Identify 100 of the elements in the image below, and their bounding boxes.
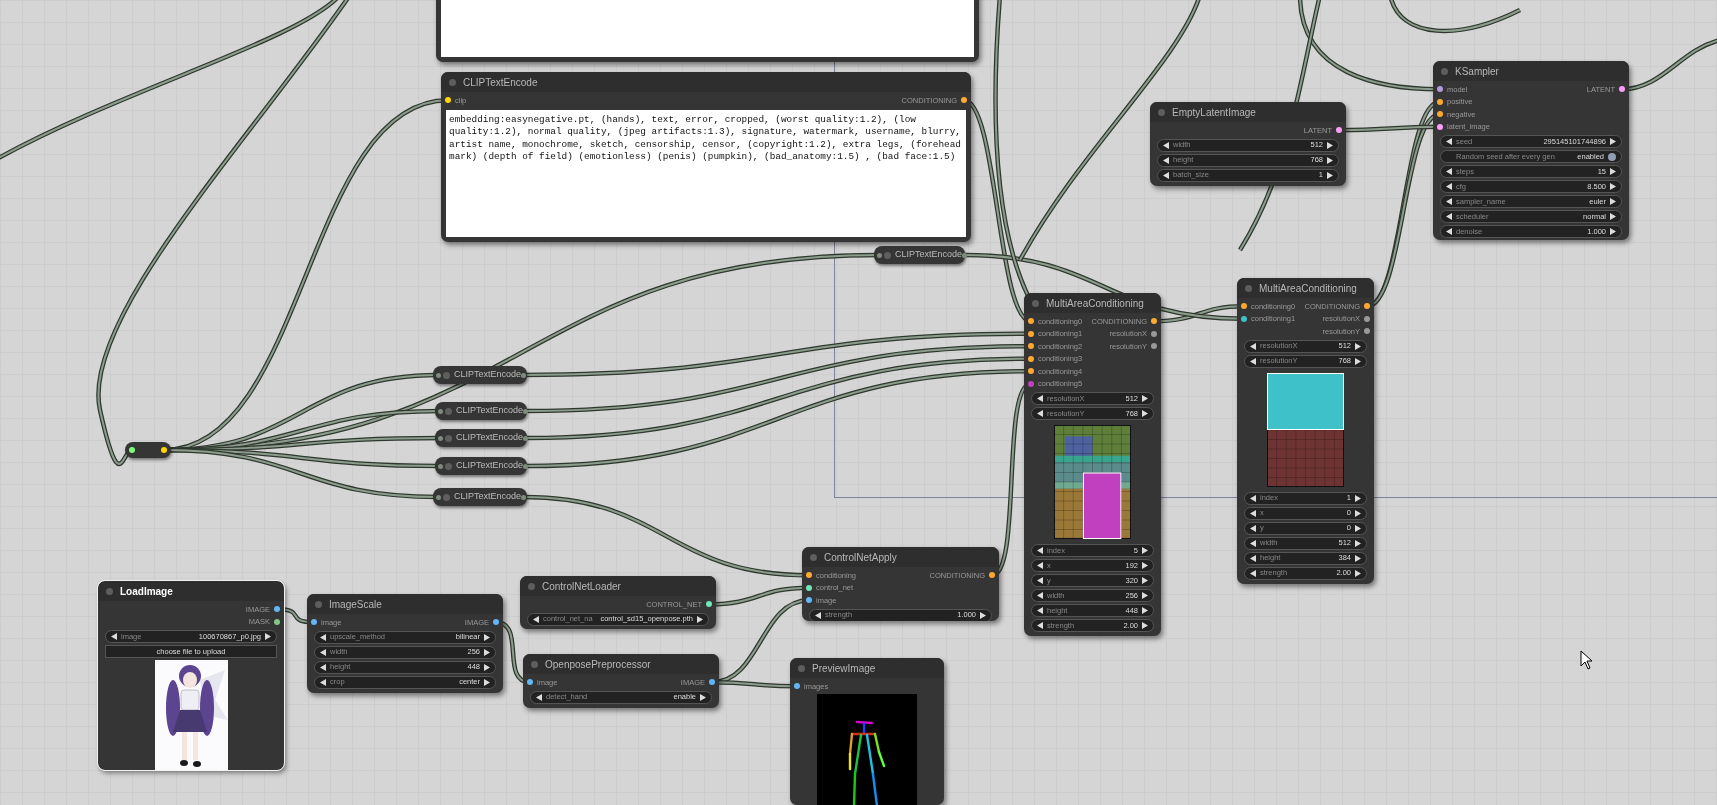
toggle-knob-icon[interactable] [1608,152,1616,161]
output-port[interactable] [962,252,968,258]
collapse-toggle-icon[interactable] [531,660,538,668]
left-triangle-icon[interactable] [111,633,117,640]
output-port[interactable] [989,572,995,579]
right-triangle-icon[interactable] [1610,198,1616,205]
collapsed-node[interactable]: CLIPTextEncode [435,429,527,447]
output-port[interactable] [523,408,529,414]
output-port[interactable] [1364,328,1370,335]
collapse-toggle-icon[interactable] [445,407,452,415]
right-triangle-icon[interactable] [1142,622,1148,629]
right-triangle-icon[interactable] [1142,607,1148,614]
left-triangle-icon[interactable] [1446,168,1452,175]
collapse-toggle-icon[interactable] [1158,108,1165,116]
collapse-toggle-icon[interactable] [315,600,322,608]
input-port[interactable] [445,97,451,104]
collapsed-node[interactable]: CLIPTextEncode [433,488,527,506]
output-port[interactable] [523,463,529,469]
left-triangle-icon[interactable] [1037,577,1043,584]
output-port[interactable] [521,372,527,378]
collapse-toggle-icon[interactable] [106,587,113,595]
input-port[interactable] [806,584,812,591]
right-triangle-icon[interactable] [1610,138,1616,145]
left-triangle-icon[interactable] [1446,228,1452,235]
collapse-toggle-icon[interactable] [443,493,450,501]
output-port[interactable] [161,447,167,453]
output-port[interactable] [706,601,712,608]
left-triangle-icon[interactable] [536,693,542,701]
input-port[interactable] [1437,98,1443,105]
collapse-toggle-icon[interactable] [798,664,805,672]
input-port[interactable] [1437,123,1443,130]
right-triangle-icon[interactable] [697,615,703,623]
left-triangle-icon[interactable] [815,611,821,619]
collapse-toggle-icon[interactable] [1441,67,1448,75]
left-triangle-icon[interactable] [1037,592,1043,599]
left-triangle-icon[interactable] [1037,562,1043,569]
right-triangle-icon[interactable] [1142,395,1148,402]
input-port[interactable] [436,372,441,378]
input-port[interactable] [877,252,882,258]
input-port[interactable] [1437,86,1443,93]
collapse-toggle-icon[interactable] [445,434,452,442]
input-port[interactable] [129,447,135,453]
output-port[interactable] [1151,330,1157,337]
output-port[interactable] [274,606,280,613]
input-port[interactable] [1028,343,1034,350]
left-triangle-icon[interactable] [1446,138,1452,145]
collapsed-node[interactable]: CLIPTextEncode [435,402,527,420]
left-triangle-icon[interactable] [1446,213,1452,220]
input-port[interactable] [1028,380,1034,387]
prompt-text-field[interactable]: embedding:easynegative.pt, (hands), text, error, cropped, (worst quality:1.2), (low quality:1.2), normal quality, (jpeg artifacts:1.3), signature, watermark, username, blurry, artist name, monochrome, sketch, censorship, censor, (copyright:1.2), extra legs, (forehead mark) (depth of field) (emotionless) (penis) (pumpkin), (bad_anatomy:1.5) , (bad face:1.5) [446,109,966,237]
output-port[interactable] [1336,127,1342,134]
output-port[interactable] [1364,303,1370,310]
output-port[interactable] [961,97,967,104]
input-port[interactable] [1028,330,1034,337]
collapse-toggle-icon[interactable] [884,251,891,259]
input-port[interactable] [436,494,441,500]
left-triangle-icon[interactable] [1037,622,1043,629]
right-triangle-icon[interactable] [1142,562,1148,569]
collapse-toggle-icon[interactable] [445,462,452,470]
left-triangle-icon[interactable] [1037,607,1043,614]
input-port[interactable] [438,435,443,441]
right-triangle-icon[interactable] [1142,410,1148,417]
right-triangle-icon[interactable] [1142,577,1148,584]
output-port[interactable] [709,679,715,686]
collapsed-node[interactable]: CLIPTextEncode [433,366,527,384]
output-port[interactable] [274,618,280,625]
input-port[interactable] [1241,315,1247,322]
collapse-toggle-icon[interactable] [1032,299,1039,307]
right-triangle-icon[interactable] [1610,228,1616,235]
right-triangle-icon[interactable] [1142,592,1148,599]
output-port[interactable] [521,494,527,500]
right-triangle-icon[interactable] [1610,183,1616,190]
input-port[interactable] [1241,303,1247,310]
reroute-node[interactable] [125,442,171,458]
left-triangle-icon[interactable] [1446,198,1452,205]
right-triangle-icon[interactable] [980,611,986,619]
input-port[interactable] [1028,355,1034,362]
collapsed-node[interactable]: CLIPTextEncode [874,246,965,264]
output-port[interactable] [1619,86,1625,93]
output-port[interactable] [1364,315,1370,322]
output-port[interactable] [493,619,499,626]
right-triangle-icon[interactable] [1142,547,1148,554]
right-triangle-icon[interactable] [700,693,706,701]
right-triangle-icon[interactable] [1610,213,1616,220]
left-triangle-icon[interactable] [1446,183,1452,190]
input-port[interactable] [438,408,443,414]
input-port[interactable] [1028,318,1034,325]
collapse-toggle-icon[interactable] [810,553,817,561]
left-triangle-icon[interactable] [533,615,539,623]
collapse-toggle-icon[interactable] [1245,284,1252,292]
input-port[interactable] [438,463,443,469]
right-triangle-icon[interactable] [265,633,271,640]
collapse-toggle-icon[interactable] [443,371,450,379]
left-triangle-icon[interactable] [1037,410,1043,417]
input-port[interactable] [311,619,317,626]
left-triangle-icon[interactable] [1037,395,1043,402]
output-port[interactable] [523,435,529,441]
collapse-toggle-icon[interactable] [449,78,456,86]
collapsed-node[interactable]: CLIPTextEncode [435,457,527,475]
right-triangle-icon[interactable] [1610,168,1616,175]
